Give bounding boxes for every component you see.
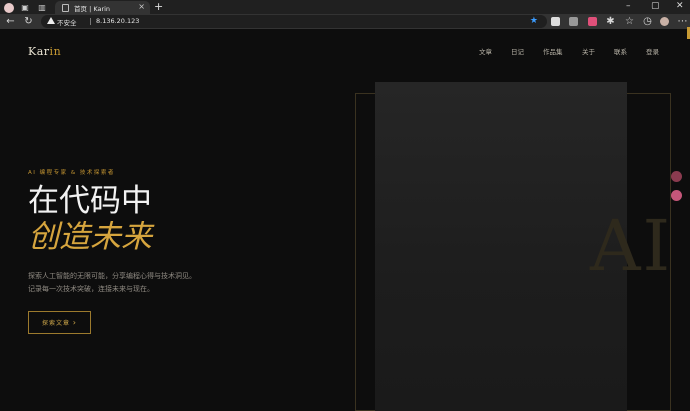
minimize-icon[interactable]: – [626, 1, 631, 11]
tab-home[interactable]: 首页 | Karin × [55, 1, 150, 14]
favorites-icon[interactable]: ☆ [624, 16, 635, 27]
hero-tagline: AI 编程专家 & 技术探索者 [28, 170, 115, 176]
insecure-label[interactable]: 不安全 [57, 17, 77, 27]
url-text[interactable]: 8.136.20.123 [96, 17, 139, 25]
extension-app-icon[interactable] [588, 17, 597, 26]
nav-contact[interactable]: 联系 [614, 46, 627, 56]
history-icon[interactable]: ◷ [642, 16, 653, 27]
nav-articles[interactable]: 文章 [479, 46, 492, 56]
browser-toolbar: ← ↻ 不安全 8.136.20.123 ★ ✱ ☆ ◷ ⋯ [0, 14, 690, 29]
profile-icon[interactable] [660, 17, 669, 26]
profile-avatar[interactable] [3, 2, 15, 13]
tab-search-icon[interactable]: ▥ [36, 2, 48, 13]
tab-close-icon[interactable]: × [138, 2, 145, 11]
split-view-icon[interactable] [569, 17, 578, 26]
browser-window: ▣ ▥ 首页 | Karin × + – ▢ ✕ ← ↻ 不安全 8.136.2… [0, 0, 690, 411]
nav-login[interactable]: 登录 [646, 46, 659, 56]
page-favicon-icon [62, 3, 69, 12]
address-bar[interactable]: 不安全 8.136.20.123 ★ [41, 15, 547, 28]
side-tool-badge[interactable] [671, 171, 682, 182]
new-tab-button[interactable]: + [154, 0, 163, 13]
tab-strip: ▣ ▥ 首页 | Karin × + – ▢ ✕ [0, 0, 690, 14]
more-menu-icon[interactable]: ⋯ [677, 16, 688, 27]
hero-title-line2: 创造未来 [28, 219, 152, 255]
logo-accent-text: in [49, 45, 62, 58]
page-content: Karin 文章 日记 作品集 关于 联系 登录 AI AI 编程专家 & 技术… [0, 29, 690, 411]
extension-icon[interactable] [551, 17, 560, 26]
workspaces-icon[interactable]: ▣ [19, 2, 31, 13]
tab-title: 首页 | Karin [74, 4, 111, 13]
cta-label: 探索文章 [42, 320, 71, 327]
watermark-text: AI [590, 205, 673, 287]
bookmark-star-icon[interactable]: ★ [530, 16, 538, 26]
nav-about[interactable]: 关于 [582, 46, 595, 56]
nav-portfolio[interactable]: 作品集 [543, 46, 563, 56]
close-window-icon[interactable]: ✕ [676, 1, 684, 11]
maximize-icon[interactable]: ▢ [651, 1, 660, 11]
reload-icon[interactable]: ↻ [23, 16, 34, 27]
chevron-right-icon: › [72, 318, 77, 327]
extensions-puzzle-icon[interactable]: ✱ [605, 16, 616, 27]
site-logo[interactable]: Karin [28, 45, 61, 58]
warning-icon [47, 17, 55, 24]
back-icon[interactable]: ← [5, 16, 16, 27]
logo-text: Kar [28, 45, 50, 58]
side-avatar-badge[interactable] [671, 190, 682, 201]
explore-articles-button[interactable]: 探索文章 › [28, 311, 91, 334]
nav-diary[interactable]: 日记 [511, 46, 524, 56]
hero-title-line1: 在代码中 [28, 183, 152, 219]
omnibox-divider [90, 18, 91, 25]
hero-description: 探索人工智能的无限可能，分享编程心得与技术洞见。记录每一次技术突破，连接未来与现… [28, 272, 196, 293]
